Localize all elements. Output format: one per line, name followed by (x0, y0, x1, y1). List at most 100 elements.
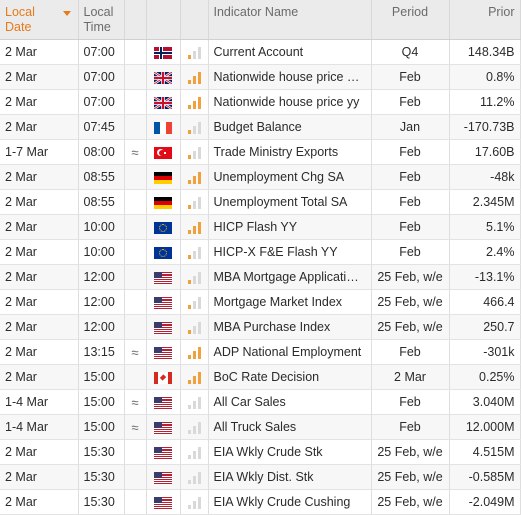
cell-time: 12:00 (78, 314, 125, 340)
cell-country (146, 389, 181, 415)
table-row[interactable]: 2 Mar 12:00 MBA Mortgage Applicati… 25 F… (0, 264, 521, 290)
column-header-local-time[interactable]: Local Time (78, 0, 125, 40)
cell-period: 25 Feb, w/e (371, 314, 450, 340)
column-header-period[interactable]: Period (371, 0, 450, 40)
cell-indicator-name[interactable]: Nationwide house price … (208, 64, 372, 90)
approx-time-icon (124, 39, 147, 65)
table-row[interactable]: 2 Mar 12:00 Mortgage Market Index 25 Feb… (0, 289, 521, 315)
cell-indicator-name[interactable]: EIA Wkly Dist. Stk (208, 464, 372, 490)
column-header-country (146, 0, 181, 40)
cell-prior: -301k (449, 339, 521, 365)
table-row[interactable]: 2 Mar 07:00 Current Account Q4 148.34B (0, 39, 521, 65)
cell-indicator-name[interactable]: EIA Wkly Crude Stk (208, 439, 372, 465)
cell-country (146, 214, 181, 240)
cell-period: 25 Feb, w/e (371, 289, 450, 315)
cell-indicator-name[interactable]: HICP Flash YY (208, 214, 372, 240)
us-flag (154, 471, 172, 484)
approx-time-icon (124, 464, 147, 490)
cell-indicator-name[interactable]: Mortgage Market Index (208, 289, 372, 315)
cell-importance (180, 464, 209, 490)
cell-country (146, 39, 181, 65)
table-row[interactable]: 2 Mar 08:55 Unemployment Chg SA Feb -48k (0, 164, 521, 190)
cell-indicator-name[interactable]: Trade Ministry Exports (208, 139, 372, 165)
cell-country (146, 414, 181, 440)
cell-time: 12:00 (78, 264, 125, 290)
cell-indicator-name[interactable]: Nationwide house price yy (208, 89, 372, 115)
table-row[interactable]: 2 Mar 10:00 HICP Flash YY Feb 5.1% (0, 214, 521, 240)
table-row[interactable]: 2 Mar 10:00 HICP-X F&E Flash YY Feb 2.4% (0, 239, 521, 265)
cell-importance (180, 164, 209, 190)
germany-flag (154, 171, 172, 184)
cell-indicator-name[interactable]: MBA Mortgage Applicati… (208, 264, 372, 290)
approx-time-icon (124, 189, 147, 215)
cell-indicator-name[interactable]: EIA Wkly Crude Cushing (208, 489, 372, 515)
table-row[interactable]: 2 Mar 07:45 Budget Balance Jan -170.73B (0, 114, 521, 140)
column-header-prior[interactable]: Prior (449, 0, 521, 40)
table-row[interactable]: 1-7 Mar 08:00 ≈ Trade Ministry Exports F… (0, 139, 521, 165)
cell-indicator-name[interactable]: MBA Purchase Index (208, 314, 372, 340)
france-flag (154, 121, 172, 134)
column-header-indicator-name[interactable]: Indicator Name (208, 0, 372, 40)
us-flag (154, 396, 172, 409)
table-row[interactable]: 2 Mar 07:00 Nationwide house price … Feb… (0, 64, 521, 90)
table-row[interactable]: 1-4 Mar 15:00 ≈ All Car Sales Feb 3.040M (0, 389, 521, 415)
importance-bars-icon (187, 95, 204, 110)
table-row[interactable]: 2 Mar 15:30 EIA Wkly Crude Stk 25 Feb, w… (0, 439, 521, 465)
approx-time-icon (124, 364, 147, 390)
cell-period: Feb (371, 214, 450, 240)
column-header-approx (124, 0, 147, 40)
uk-flag (154, 96, 172, 109)
cell-country (146, 264, 181, 290)
cell-indicator-name[interactable]: ADP National Employment (208, 339, 372, 365)
cell-prior: 250.7 (449, 314, 521, 340)
approx-time-icon (124, 264, 147, 290)
cell-period: Feb (371, 64, 450, 90)
cell-indicator-name[interactable]: Unemployment Chg SA (208, 164, 372, 190)
us-flag (154, 296, 172, 309)
cell-period: Feb (371, 139, 450, 165)
cell-time: 08:00 (78, 139, 125, 165)
approx-time-icon: ≈ (124, 389, 147, 415)
table-row[interactable]: 2 Mar 08:55 Unemployment Total SA Feb 2.… (0, 189, 521, 215)
importance-bars-icon (187, 445, 204, 460)
cell-indicator-name[interactable]: HICP-X F&E Flash YY (208, 239, 372, 265)
approx-time-icon (124, 114, 147, 140)
cell-indicator-name[interactable]: BoC Rate Decision (208, 364, 372, 390)
column-header-local-date[interactable]: Local Date (0, 0, 79, 40)
cell-importance (180, 214, 209, 240)
cell-period: Feb (371, 189, 450, 215)
cell-date: 2 Mar (0, 39, 79, 65)
approx-time-icon (124, 239, 147, 265)
cell-date: 1-4 Mar (0, 414, 79, 440)
cell-period: 25 Feb, w/e (371, 464, 450, 490)
cell-importance (180, 364, 209, 390)
cell-date: 1-7 Mar (0, 139, 79, 165)
table-row[interactable]: 2 Mar 07:00 Nationwide house price yy Fe… (0, 89, 521, 115)
table-row[interactable]: 2 Mar 15:00 BoC Rate Decision 2 Mar 0.25… (0, 364, 521, 390)
importance-bars-icon (187, 70, 204, 85)
cell-date: 2 Mar (0, 439, 79, 465)
cell-indicator-name[interactable]: All Truck Sales (208, 414, 372, 440)
importance-bars-icon (187, 470, 204, 485)
table-row[interactable]: 2 Mar 15:30 EIA Wkly Crude Cushing 25 Fe… (0, 489, 521, 515)
cell-time: 08:55 (78, 164, 125, 190)
table-row[interactable]: 2 Mar 13:15 ≈ ADP National Employment Fe… (0, 339, 521, 365)
cell-indicator-name[interactable]: Unemployment Total SA (208, 189, 372, 215)
cell-importance (180, 189, 209, 215)
cell-importance (180, 114, 209, 140)
table-row[interactable]: 2 Mar 12:00 MBA Purchase Index 25 Feb, w… (0, 314, 521, 340)
cell-importance (180, 139, 209, 165)
cell-indicator-name[interactable]: Budget Balance (208, 114, 372, 140)
table-row[interactable]: 1-4 Mar 15:00 ≈ All Truck Sales Feb 12.0… (0, 414, 521, 440)
cell-prior: 4.515M (449, 439, 521, 465)
cell-date: 2 Mar (0, 114, 79, 140)
table-row[interactable]: 2 Mar 15:30 EIA Wkly Dist. Stk 25 Feb, w… (0, 464, 521, 490)
cell-indicator-name[interactable]: All Car Sales (208, 389, 372, 415)
cell-indicator-name[interactable]: Current Account (208, 39, 372, 65)
approx-time-icon (124, 89, 147, 115)
cell-country (146, 439, 181, 465)
cell-date: 2 Mar (0, 189, 79, 215)
norway-flag (154, 46, 172, 59)
cell-prior: -170.73B (449, 114, 521, 140)
approx-time-icon (124, 314, 147, 340)
